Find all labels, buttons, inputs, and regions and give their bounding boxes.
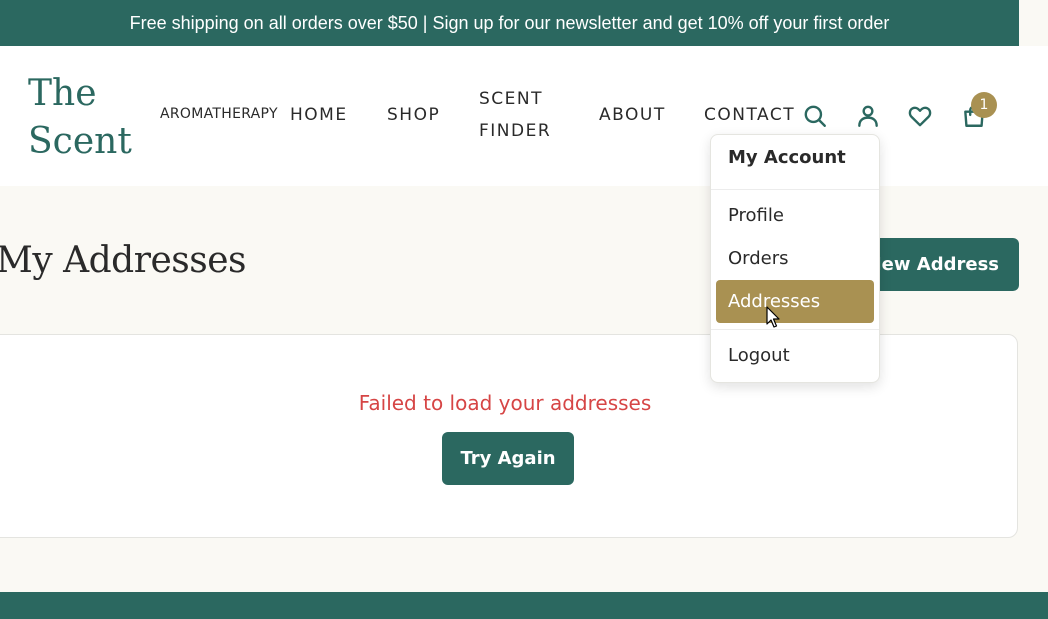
user-icon[interactable] <box>853 101 883 131</box>
site-logo[interactable]: The Scent <box>28 70 132 166</box>
logo-line-2: Scent <box>28 121 132 162</box>
account-dropdown-title: My Account <box>728 147 846 168</box>
logo-tagline: AROMATHERAPY <box>160 106 278 122</box>
site-header: The Scent AROMATHERAPY HOME SHOP SCENT F… <box>0 46 1048 186</box>
try-again-button[interactable]: Try Again <box>442 432 574 485</box>
heart-icon[interactable] <box>905 101 935 131</box>
account-menu-orders[interactable]: Orders <box>716 237 874 280</box>
nav-home[interactable]: HOME <box>290 99 348 131</box>
dropdown-divider <box>711 329 879 330</box>
account-menu-profile[interactable]: Profile <box>716 194 874 237</box>
dropdown-divider <box>711 189 879 190</box>
nav-scent-finder-line2[interactable]: FINDER <box>479 115 551 147</box>
promo-banner: Free shipping on all orders over $50 | S… <box>0 0 1019 46</box>
account-dropdown: My Account Profile Orders Addresses Logo… <box>710 134 880 383</box>
page-title: My Addresses <box>0 240 246 281</box>
logo-line-1: The <box>28 73 97 114</box>
account-menu-addresses[interactable]: Addresses <box>716 280 874 323</box>
nav-scent-finder-line1[interactable]: SCENT <box>479 83 543 115</box>
nav-shop[interactable]: SHOP <box>387 99 440 131</box>
cart-count-badge: 1 <box>971 92 997 118</box>
mouse-pointer-icon <box>766 306 780 328</box>
site-footer <box>0 592 1048 619</box>
account-menu-logout[interactable]: Logout <box>716 334 874 377</box>
nav-about[interactable]: ABOUT <box>599 99 666 131</box>
promo-banner-text: Free shipping on all orders over $50 | S… <box>129 12 890 33</box>
error-message: Failed to load your addresses <box>358 391 652 415</box>
nav-contact[interactable]: CONTACT <box>704 99 795 131</box>
search-icon[interactable] <box>800 101 830 131</box>
